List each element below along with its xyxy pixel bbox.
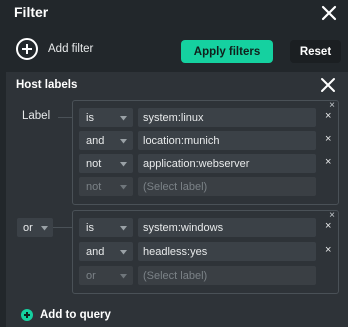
operator-value: and (86, 245, 105, 258)
operator-select[interactable]: not (79, 154, 133, 173)
group-connector-value: or (23, 221, 33, 234)
label-value-field[interactable]: system:linux (138, 108, 316, 127)
chevron-down-icon (120, 162, 127, 167)
remove-row-icon[interactable]: × (325, 245, 331, 256)
chevron-down-icon (120, 274, 127, 279)
chevron-down-icon (120, 250, 127, 255)
connector-line (58, 117, 72, 118)
operator-select[interactable]: or (79, 266, 133, 285)
add-to-query-button[interactable]: Add to query (21, 309, 111, 321)
operator-value: is (86, 111, 94, 124)
reset-button[interactable]: Reset (290, 40, 341, 63)
remove-row-icon[interactable]: × (325, 111, 331, 122)
close-section-icon[interactable] (318, 75, 338, 95)
connector-line (53, 227, 72, 228)
label-value-field[interactable]: application:webserver (138, 154, 316, 173)
operator-value: not (86, 180, 102, 193)
chevron-down-icon (120, 185, 127, 190)
remove-row-icon[interactable]: × (325, 157, 331, 168)
chevron-down-icon (41, 226, 48, 231)
add-to-query-label: Add to query (40, 309, 111, 321)
operator-value: is (86, 221, 94, 234)
chevron-down-icon (120, 226, 127, 231)
operator-value: not (86, 157, 102, 170)
host-labels-section: Host labels Label or × is system:linux ×… (6, 72, 348, 327)
label-value-field[interactable]: headless:yes (138, 242, 316, 261)
operator-select[interactable]: is (79, 108, 133, 127)
label-value-field[interactable]: system:windows (138, 218, 316, 237)
section-title: Host labels (16, 79, 78, 91)
operator-select[interactable]: and (79, 242, 133, 261)
plus-circle-icon (16, 38, 38, 60)
operator-select[interactable]: not (79, 177, 133, 196)
add-filter-label: Add filter (48, 43, 94, 55)
label-value-field[interactable]: location:munich (138, 131, 316, 150)
operator-value: and (86, 134, 105, 147)
close-panel-icon[interactable] (319, 3, 339, 23)
operator-select[interactable]: is (79, 218, 133, 237)
chevron-down-icon (120, 139, 127, 144)
add-icon (21, 309, 33, 321)
apply-filters-button[interactable]: Apply filters (181, 40, 273, 63)
group-connector-select[interactable]: or (17, 218, 53, 237)
label-caption: Label (22, 110, 51, 122)
chevron-down-icon (120, 116, 127, 121)
select-label-field[interactable]: (Select label) (138, 177, 316, 196)
select-label-field[interactable]: (Select label) (138, 266, 316, 285)
label-group-1: × is system:linux × and location:munich … (72, 100, 339, 205)
add-filter-button[interactable]: Add filter (16, 38, 93, 60)
remove-row-icon[interactable]: × (325, 134, 331, 145)
operator-select[interactable]: and (79, 131, 133, 150)
remove-row-icon[interactable]: × (325, 221, 331, 232)
panel-title: Filter (14, 4, 49, 20)
operator-value: or (86, 269, 96, 282)
label-group-2: × is system:windows × and headless:yes ×… (72, 210, 339, 294)
